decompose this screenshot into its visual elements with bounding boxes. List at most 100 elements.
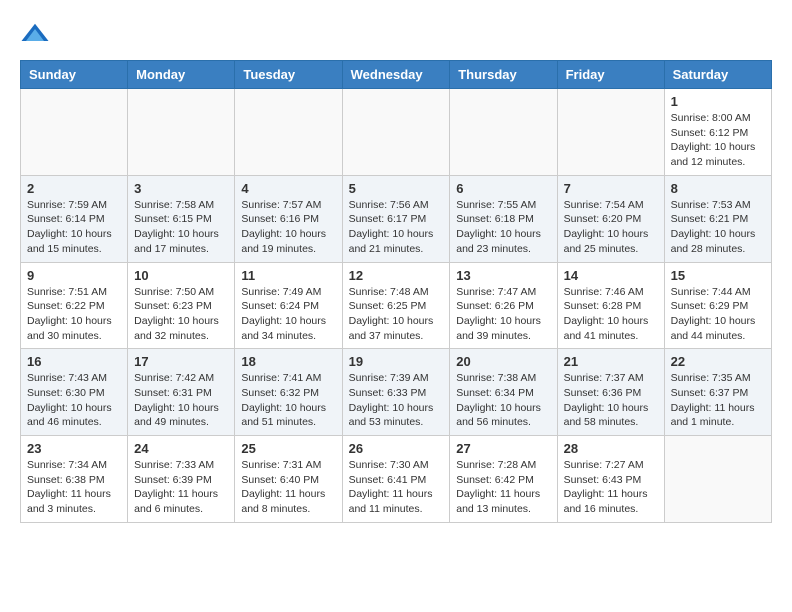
calendar-cell: 13 Sunrise: 7:47 AM Sunset: 6:26 PM Dayli… <box>450 262 557 349</box>
day-info: Sunrise: 7:46 AM Sunset: 6:28 PM Dayligh… <box>564 285 658 344</box>
calendar-cell: 12 Sunrise: 7:48 AM Sunset: 6:25 PM Dayli… <box>342 262 450 349</box>
day-number: 13 <box>456 268 550 283</box>
calendar-cell: 27 Sunrise: 7:28 AM Sunset: 6:42 PM Dayli… <box>450 436 557 523</box>
day-number: 4 <box>241 181 335 196</box>
day-number: 14 <box>564 268 658 283</box>
calendar-week-3: 9 Sunrise: 7:51 AM Sunset: 6:22 PM Daylig… <box>21 262 772 349</box>
calendar-cell: 5Sunrise: 7:56 AM Sunset: 6:17 PM Daylig… <box>342 175 450 262</box>
calendar-cell: 7 Sunrise: 7:54 AM Sunset: 6:20 PM Daylig… <box>557 175 664 262</box>
calendar-cell: 3 Sunrise: 7:58 AM Sunset: 6:15 PM Daylig… <box>128 175 235 262</box>
day-number: 9 <box>27 268 121 283</box>
day-info: Sunrise: 7:41 AM Sunset: 6:32 PM Dayligh… <box>241 371 335 430</box>
day-info: Sunrise: 7:42 AM Sunset: 6:31 PM Dayligh… <box>134 371 228 430</box>
day-number: 12 <box>349 268 444 283</box>
calendar-cell <box>235 89 342 176</box>
calendar-week-5: 23Sunrise: 7:34 AM Sunset: 6:38 PM Dayli… <box>21 436 772 523</box>
day-number: 20 <box>456 354 550 369</box>
calendar-cell: 25 Sunrise: 7:31 AM Sunset: 6:40 PM Dayli… <box>235 436 342 523</box>
day-info: Sunrise: 7:34 AM Sunset: 6:38 PM Dayligh… <box>27 458 121 517</box>
calendar-cell: 14 Sunrise: 7:46 AM Sunset: 6:28 PM Dayli… <box>557 262 664 349</box>
calendar-cell: 23Sunrise: 7:34 AM Sunset: 6:38 PM Dayli… <box>21 436 128 523</box>
day-number: 21 <box>564 354 658 369</box>
day-info: Sunrise: 7:57 AM Sunset: 6:16 PM Dayligh… <box>241 198 335 257</box>
day-header-friday: Friday <box>557 61 664 89</box>
calendar: SundayMondayTuesdayWednesdayThursdayFrid… <box>20 60 772 523</box>
calendar-cell: 18 Sunrise: 7:41 AM Sunset: 6:32 PM Dayli… <box>235 349 342 436</box>
calendar-cell: 28 Sunrise: 7:27 AM Sunset: 6:43 PM Dayli… <box>557 436 664 523</box>
day-info: Sunrise: 7:54 AM Sunset: 6:20 PM Dayligh… <box>564 198 658 257</box>
calendar-cell: 4 Sunrise: 7:57 AM Sunset: 6:16 PM Daylig… <box>235 175 342 262</box>
day-info: Sunrise: 7:35 AM Sunset: 6:37 PM Dayligh… <box>671 371 765 430</box>
calendar-cell: 19 Sunrise: 7:39 AM Sunset: 6:33 PM Dayli… <box>342 349 450 436</box>
calendar-cell: 2Sunrise: 7:59 AM Sunset: 6:14 PM Daylig… <box>21 175 128 262</box>
day-header-sunday: Sunday <box>21 61 128 89</box>
calendar-cell: 15Sunrise: 7:44 AM Sunset: 6:29 PM Dayli… <box>664 262 771 349</box>
calendar-cell <box>450 89 557 176</box>
calendar-cell: 17 Sunrise: 7:42 AM Sunset: 6:31 PM Dayli… <box>128 349 235 436</box>
day-header-saturday: Saturday <box>664 61 771 89</box>
calendar-cell: 11 Sunrise: 7:49 AM Sunset: 6:24 PM Dayli… <box>235 262 342 349</box>
calendar-cell: 6 Sunrise: 7:55 AM Sunset: 6:18 PM Daylig… <box>450 175 557 262</box>
day-info: Sunrise: 7:47 AM Sunset: 6:26 PM Dayligh… <box>456 285 550 344</box>
day-info: Sunrise: 7:49 AM Sunset: 6:24 PM Dayligh… <box>241 285 335 344</box>
day-number: 27 <box>456 441 550 456</box>
day-number: 8 <box>671 181 765 196</box>
day-info: Sunrise: 7:51 AM Sunset: 6:22 PM Dayligh… <box>27 285 121 344</box>
day-number: 3 <box>134 181 228 196</box>
calendar-cell <box>21 89 128 176</box>
calendar-cell: 9 Sunrise: 7:51 AM Sunset: 6:22 PM Daylig… <box>21 262 128 349</box>
day-number: 7 <box>564 181 658 196</box>
day-info: Sunrise: 7:33 AM Sunset: 6:39 PM Dayligh… <box>134 458 228 517</box>
day-info: Sunrise: 7:44 AM Sunset: 6:29 PM Dayligh… <box>671 285 765 344</box>
day-number: 19 <box>349 354 444 369</box>
day-number: 26 <box>349 441 444 456</box>
calendar-cell <box>342 89 450 176</box>
day-number: 11 <box>241 268 335 283</box>
day-header-monday: Monday <box>128 61 235 89</box>
day-number: 28 <box>564 441 658 456</box>
day-number: 24 <box>134 441 228 456</box>
calendar-header-row: SundayMondayTuesdayWednesdayThursdayFrid… <box>21 61 772 89</box>
calendar-cell: 21 Sunrise: 7:37 AM Sunset: 6:36 PM Dayli… <box>557 349 664 436</box>
calendar-cell <box>557 89 664 176</box>
calendar-cell <box>664 436 771 523</box>
day-number: 6 <box>456 181 550 196</box>
calendar-cell: 16 Sunrise: 7:43 AM Sunset: 6:30 PM Dayli… <box>21 349 128 436</box>
day-info: Sunrise: 7:58 AM Sunset: 6:15 PM Dayligh… <box>134 198 228 257</box>
day-info: Sunrise: 7:55 AM Sunset: 6:18 PM Dayligh… <box>456 198 550 257</box>
day-info: Sunrise: 7:27 AM Sunset: 6:43 PM Dayligh… <box>564 458 658 517</box>
day-number: 16 <box>27 354 121 369</box>
day-number: 22 <box>671 354 765 369</box>
calendar-cell: 10 Sunrise: 7:50 AM Sunset: 6:23 PM Dayli… <box>128 262 235 349</box>
calendar-cell: 26Sunrise: 7:30 AM Sunset: 6:41 PM Dayli… <box>342 436 450 523</box>
day-header-thursday: Thursday <box>450 61 557 89</box>
calendar-cell: 1Sunrise: 8:00 AM Sunset: 6:12 PM Daylig… <box>664 89 771 176</box>
day-info: Sunrise: 7:59 AM Sunset: 6:14 PM Dayligh… <box>27 198 121 257</box>
day-number: 1 <box>671 94 765 109</box>
day-info: Sunrise: 7:50 AM Sunset: 6:23 PM Dayligh… <box>134 285 228 344</box>
day-info: Sunrise: 7:39 AM Sunset: 6:33 PM Dayligh… <box>349 371 444 430</box>
day-header-tuesday: Tuesday <box>235 61 342 89</box>
calendar-week-4: 16 Sunrise: 7:43 AM Sunset: 6:30 PM Dayli… <box>21 349 772 436</box>
calendar-cell: 22 Sunrise: 7:35 AM Sunset: 6:37 PM Dayli… <box>664 349 771 436</box>
day-number: 17 <box>134 354 228 369</box>
day-number: 10 <box>134 268 228 283</box>
day-info: Sunrise: 7:48 AM Sunset: 6:25 PM Dayligh… <box>349 285 444 344</box>
calendar-cell: 24 Sunrise: 7:33 AM Sunset: 6:39 PM Dayli… <box>128 436 235 523</box>
logo-icon <box>20 20 50 50</box>
day-info: Sunrise: 7:28 AM Sunset: 6:42 PM Dayligh… <box>456 458 550 517</box>
day-number: 25 <box>241 441 335 456</box>
day-header-wednesday: Wednesday <box>342 61 450 89</box>
day-info: Sunrise: 7:31 AM Sunset: 6:40 PM Dayligh… <box>241 458 335 517</box>
day-info: Sunrise: 7:37 AM Sunset: 6:36 PM Dayligh… <box>564 371 658 430</box>
day-info: Sunrise: 7:43 AM Sunset: 6:30 PM Dayligh… <box>27 371 121 430</box>
calendar-cell: 8 Sunrise: 7:53 AM Sunset: 6:21 PM Daylig… <box>664 175 771 262</box>
day-info: Sunrise: 7:53 AM Sunset: 6:21 PM Dayligh… <box>671 198 765 257</box>
logo <box>20 20 52 50</box>
calendar-cell: 20 Sunrise: 7:38 AM Sunset: 6:34 PM Dayli… <box>450 349 557 436</box>
header <box>20 20 772 50</box>
day-info: Sunrise: 7:38 AM Sunset: 6:34 PM Dayligh… <box>456 371 550 430</box>
calendar-week-2: 2Sunrise: 7:59 AM Sunset: 6:14 PM Daylig… <box>21 175 772 262</box>
calendar-cell <box>128 89 235 176</box>
day-number: 18 <box>241 354 335 369</box>
